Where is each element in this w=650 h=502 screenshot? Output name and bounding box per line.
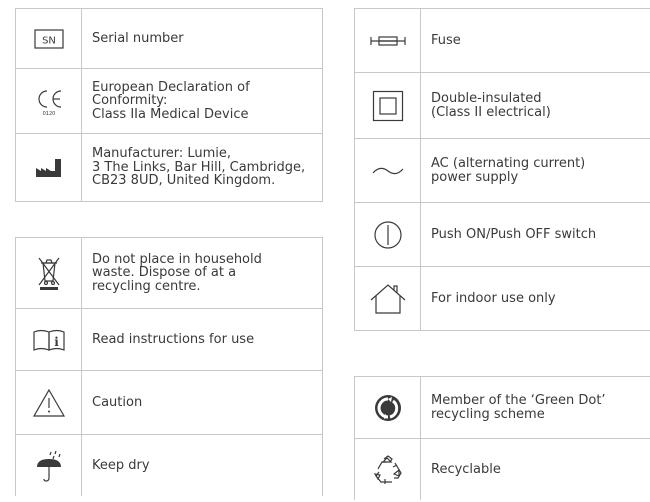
double-insulated-icon (355, 73, 421, 138)
symbol-row: Double-insulated (Class II electrical) (354, 73, 650, 139)
symbol-row: Keep dry (15, 435, 323, 496)
ce-mark-icon: 0120 (16, 69, 82, 133)
symbol-row: AC (alternating current) power supply (354, 139, 650, 203)
symbol-description: AC (alternating current) power supply (421, 139, 650, 202)
fuse-icon (355, 9, 421, 72)
description-line: recycling scheme (431, 406, 545, 422)
symbol-row: Do not place in household waste. Dispose… (15, 238, 323, 309)
description-line: CB23 8UD, United Kingdom. (92, 173, 276, 189)
description-line: Recyclable (431, 461, 501, 477)
symbol-description: Keep dry (82, 435, 322, 496)
read-instructions-icon: i (16, 309, 82, 370)
description-line: Member of the ‘Green Dot’ (431, 393, 606, 408)
symbol-description: Member of the ‘Green Dot’ recycling sche… (421, 377, 650, 438)
push-switch-icon (355, 203, 421, 266)
symbols-table-left-bottom: Do not place in household waste. Dispose… (15, 237, 323, 496)
ac-supply-icon (355, 139, 421, 202)
symbols-table-right-bottom: Member of the ‘Green Dot’ recycling sche… (354, 376, 650, 500)
symbol-row: SN Serial number (15, 9, 323, 69)
description-line: Caution (92, 394, 143, 410)
symbol-description: Do not place in household waste. Dispose… (82, 238, 322, 308)
symbol-row: For indoor use only (354, 267, 650, 331)
symbol-description: Serial number (82, 9, 322, 68)
symbol-description: Double-insulated (Class II electrical) (421, 73, 650, 138)
description-line: European Declaration of (92, 79, 250, 95)
description-line: Push ON/Push OFF switch (431, 226, 597, 242)
recyclable-icon (355, 439, 421, 500)
green-dot-icon (355, 377, 421, 438)
manufacturer-icon (16, 134, 82, 201)
svg-text:i: i (54, 335, 59, 349)
symbol-description: For indoor use only (421, 267, 650, 330)
description-line: Serial number (92, 30, 184, 46)
caution-icon (16, 371, 82, 434)
description-line: Class IIa Medical Device (92, 106, 249, 122)
symbols-table-right-top: Fuse Double-insulated (Class II electric… (354, 8, 650, 331)
description-line: recycling centre. (92, 278, 201, 294)
symbol-row: Manufacturer: Lumie, 3 The Links, Bar Hi… (15, 134, 323, 202)
description-line: Double-insulated (431, 91, 542, 106)
description-line: Manufacturer: Lumie, (92, 146, 232, 162)
indoor-use-icon (355, 267, 421, 330)
symbol-row: Caution (15, 371, 323, 435)
symbol-row: Fuse (354, 9, 650, 73)
description-line: power supply (431, 169, 519, 185)
serial-number-icon-text: SN (42, 35, 56, 46)
symbol-row: Member of the ‘Green Dot’ recycling sche… (354, 377, 650, 439)
description-line: Fuse (431, 32, 461, 48)
description-line: waste. Dispose of at a (92, 265, 237, 281)
keep-dry-icon (16, 435, 82, 496)
symbol-description: Push ON/Push OFF switch (421, 203, 650, 266)
symbol-row: Recyclable (354, 439, 650, 500)
description-line: (Class II electrical) (431, 104, 551, 120)
symbol-row: Push ON/Push OFF switch (354, 203, 650, 267)
weee-bin-icon (16, 238, 82, 308)
symbol-description: European Declaration of Conformity: Clas… (82, 69, 322, 133)
description-line: Do not place in household (92, 251, 262, 267)
symbol-description: Fuse (421, 9, 650, 72)
symbols-table-left-top: SN Serial number 0120 European Declarati… (15, 8, 323, 202)
description-line: Keep dry (92, 457, 150, 473)
symbol-description: Recyclable (421, 439, 650, 500)
description-line: For indoor use only (431, 290, 556, 306)
symbol-description: Manufacturer: Lumie, 3 The Links, Bar Hi… (82, 134, 322, 201)
description-line: Read instructions for use (92, 331, 255, 347)
symbol-description: Caution (82, 371, 322, 434)
serial-number-icon: SN (16, 9, 82, 68)
symbol-row: 0120 European Declaration of Conformity:… (15, 69, 323, 134)
description-line: AC (alternating current) (431, 156, 586, 171)
symbol-description: Read instructions for use (82, 309, 322, 370)
symbol-row: i Read instructions for use (15, 309, 323, 371)
description-line: 3 The Links, Bar Hill, Cambridge, (92, 159, 306, 175)
description-line: Conformity: (92, 93, 168, 109)
ce-notified-body-number: 0120 (42, 111, 55, 116)
